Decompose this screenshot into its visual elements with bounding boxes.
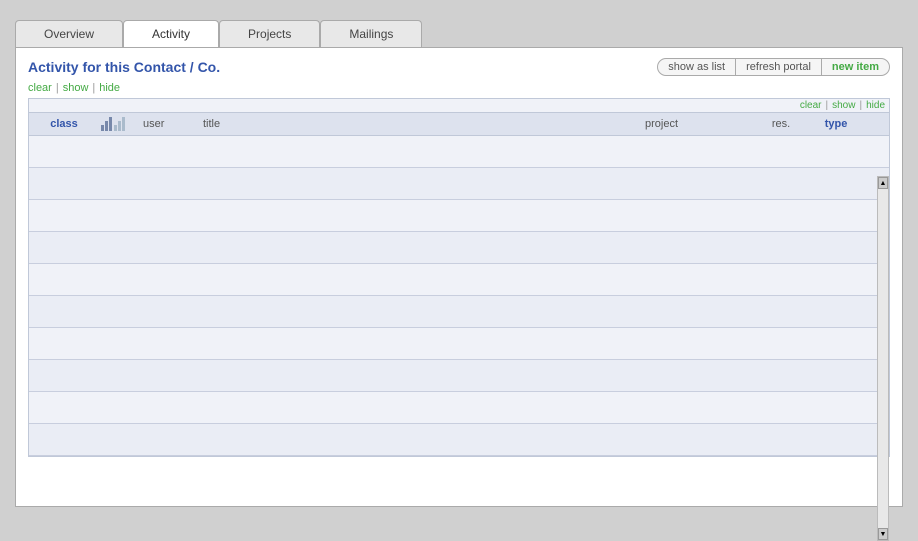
tab-activity[interactable]: Activity bbox=[123, 20, 219, 47]
tab-overview[interactable]: Overview bbox=[15, 20, 123, 47]
bar-chart-icon-dark bbox=[101, 117, 112, 131]
table-header: class user title project res bbox=[29, 113, 889, 136]
table-row[interactable] bbox=[29, 424, 889, 456]
col-header-type[interactable]: type bbox=[801, 116, 871, 132]
table-filter-bar: clear | show | hide bbox=[29, 99, 889, 113]
table-row[interactable] bbox=[29, 360, 889, 392]
table-row[interactable] bbox=[29, 264, 889, 296]
new-item-button[interactable]: new item bbox=[822, 59, 889, 75]
table-row[interactable] bbox=[29, 232, 889, 264]
table-row[interactable] bbox=[29, 200, 889, 232]
col-header-icons bbox=[99, 117, 139, 131]
show-as-list-button[interactable]: show as list bbox=[658, 59, 736, 75]
scrollbar-down-button[interactable]: ▼ bbox=[878, 528, 888, 540]
main-container: Overview Activity Projects Mailings Acti… bbox=[0, 0, 918, 534]
filter-show-left[interactable]: show bbox=[63, 82, 89, 94]
table-row[interactable] bbox=[29, 296, 889, 328]
col-header-title[interactable]: title bbox=[199, 116, 641, 132]
activity-table: clear | show | hide class bbox=[28, 98, 890, 457]
tab-mailings[interactable]: Mailings bbox=[320, 20, 422, 47]
tab-projects[interactable]: Projects bbox=[219, 20, 320, 47]
filter-row-top: clear | show | hide bbox=[28, 82, 890, 94]
table-row[interactable] bbox=[29, 392, 889, 424]
col-header-user[interactable]: user bbox=[139, 116, 199, 132]
bar-chart-icon-light bbox=[114, 117, 125, 131]
col-header-res[interactable]: res. bbox=[761, 116, 801, 132]
content-panel: Activity for this Contact / Co. show as … bbox=[15, 47, 903, 507]
table-filter-show[interactable]: show bbox=[832, 100, 855, 111]
table-filter-clear[interactable]: clear bbox=[800, 100, 822, 111]
filter-hide-left[interactable]: hide bbox=[99, 82, 120, 94]
header-actions: show as list refresh portal new item bbox=[657, 58, 890, 76]
scrollbar[interactable]: ▲ ▼ bbox=[877, 176, 889, 541]
panel-title: Activity for this Contact / Co. bbox=[28, 59, 220, 75]
table-row[interactable] bbox=[29, 136, 889, 168]
scrollbar-up-button[interactable]: ▲ bbox=[878, 177, 888, 189]
table-filter-hide[interactable]: hide bbox=[866, 100, 885, 111]
table-row[interactable] bbox=[29, 328, 889, 360]
filter-clear-left[interactable]: clear bbox=[28, 82, 52, 94]
refresh-portal-button[interactable]: refresh portal bbox=[736, 59, 822, 75]
col-header-project[interactable]: project bbox=[641, 116, 761, 132]
table-row[interactable] bbox=[29, 168, 889, 200]
tab-bar: Overview Activity Projects Mailings bbox=[15, 20, 903, 47]
panel-header: Activity for this Contact / Co. show as … bbox=[28, 58, 890, 76]
col-header-class[interactable]: class bbox=[29, 116, 99, 132]
